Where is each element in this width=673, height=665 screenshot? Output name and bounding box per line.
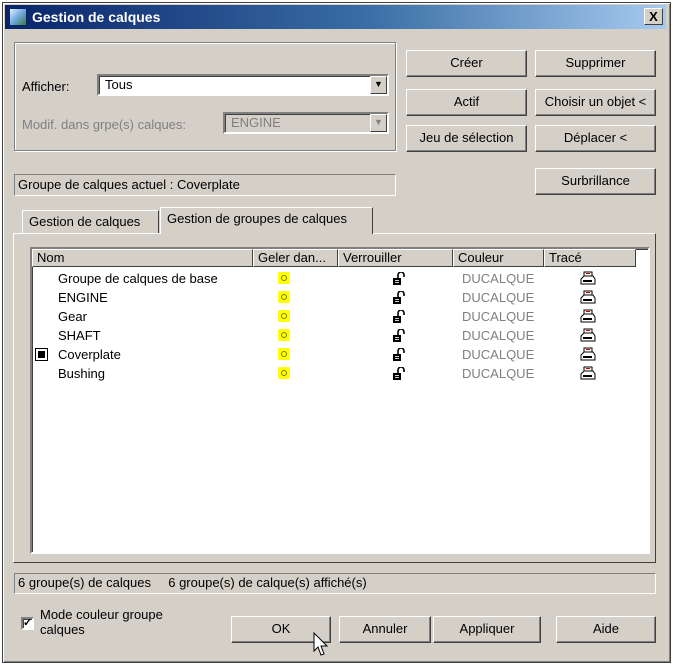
close-button[interactable]: X bbox=[644, 8, 663, 25]
sun-icon[interactable] bbox=[278, 367, 290, 379]
row-couleur[interactable]: DUCALQUE bbox=[462, 326, 534, 345]
creer-button[interactable]: Créer bbox=[406, 50, 527, 77]
groups-list[interactable]: Nom Geler dan... Verrouiller Couleur Tra… bbox=[30, 247, 650, 554]
column-nom[interactable]: Nom bbox=[32, 249, 253, 267]
unlocked-padlock-icon[interactable] bbox=[392, 290, 405, 304]
title-bar[interactable]: Gestion de calques X bbox=[5, 5, 666, 29]
sun-icon[interactable] bbox=[278, 310, 290, 322]
jeu-selection-button[interactable]: Jeu de sélection bbox=[406, 125, 527, 152]
supprimer-button[interactable]: Supprimer bbox=[535, 50, 656, 77]
column-couleur[interactable]: Couleur bbox=[453, 249, 544, 267]
row-name: Gear bbox=[58, 309, 87, 324]
afficher-label: Afficher: bbox=[22, 79, 70, 94]
table-row[interactable]: ENGINE DUCALQUE bbox=[32, 288, 648, 307]
row-name: SHAFT bbox=[58, 328, 101, 343]
tab-gestion-calques[interactable]: Gestion de calques bbox=[22, 210, 159, 234]
column-verrouiller[interactable]: Verrouiller bbox=[338, 249, 453, 267]
row-name: ENGINE bbox=[58, 290, 108, 305]
row-couleur[interactable]: DUCALQUE bbox=[462, 307, 534, 326]
status-bar: 6 groupe(s) de calques 6 groupe(s) de ca… bbox=[14, 573, 656, 594]
current-layer-marker-icon bbox=[35, 348, 48, 361]
tab-panel: Nom Geler dan... Verrouiller Couleur Tra… bbox=[13, 233, 656, 563]
chevron-down-icon[interactable]: ▼ bbox=[370, 76, 387, 94]
app-icon bbox=[9, 8, 27, 26]
filter-groupbox bbox=[14, 42, 396, 151]
afficher-value: Tous bbox=[105, 77, 133, 92]
row-couleur[interactable]: DUCALQUE bbox=[462, 269, 534, 288]
printer-icon[interactable] bbox=[580, 271, 596, 286]
sun-icon[interactable] bbox=[278, 348, 290, 360]
sun-icon[interactable] bbox=[278, 329, 290, 341]
unlocked-padlock-icon[interactable] bbox=[392, 347, 405, 361]
printer-icon[interactable] bbox=[580, 328, 596, 343]
tab-gestion-groupes[interactable]: Gestion de groupes de calques bbox=[160, 207, 373, 234]
modif-label: Modif. dans grpe(s) calques: bbox=[22, 117, 187, 132]
status-groups-count: 6 groupe(s) de calques bbox=[18, 575, 151, 590]
row-couleur[interactable]: DUCALQUE bbox=[462, 288, 534, 307]
mode-couleur-label: Mode couleur groupe calques bbox=[40, 607, 163, 637]
row-couleur[interactable]: DUCALQUE bbox=[462, 364, 534, 383]
printer-icon[interactable] bbox=[580, 290, 596, 305]
chevron-down-icon: ▼ bbox=[370, 114, 387, 132]
afficher-combo[interactable]: Tous ▼ bbox=[97, 74, 389, 96]
actif-button[interactable]: Actif bbox=[406, 89, 527, 116]
current-group-field: Groupe de calques actuel : Coverplate bbox=[14, 174, 396, 196]
table-row[interactable]: Bushing DUCALQUE bbox=[32, 364, 648, 383]
printer-icon[interactable] bbox=[580, 309, 596, 324]
table-row[interactable]: Gear DUCALQUE bbox=[32, 307, 648, 326]
annuler-button[interactable]: Annuler bbox=[339, 616, 431, 643]
mouse-cursor-icon bbox=[313, 632, 329, 656]
unlocked-padlock-icon[interactable] bbox=[392, 366, 405, 380]
deplacer-button[interactable]: Déplacer < bbox=[535, 125, 656, 152]
unlocked-padlock-icon[interactable] bbox=[392, 271, 405, 285]
list-header: Nom Geler dan... Verrouiller Couleur Tra… bbox=[32, 249, 648, 267]
modif-value: ENGINE bbox=[231, 115, 281, 130]
table-row[interactable]: Groupe de calques de base DUCALQUE bbox=[32, 269, 648, 288]
table-row[interactable]: SHAFT DUCALQUE bbox=[32, 326, 648, 345]
modif-combo: ENGINE ▼ bbox=[223, 112, 389, 134]
sun-icon[interactable] bbox=[278, 291, 290, 303]
appliquer-button[interactable]: Appliquer bbox=[433, 616, 541, 643]
mode-couleur-checkbox[interactable]: ✓ bbox=[21, 617, 34, 630]
unlocked-padlock-icon[interactable] bbox=[392, 328, 405, 342]
row-name: Bushing bbox=[58, 366, 105, 381]
row-couleur[interactable]: DUCALQUE bbox=[462, 345, 534, 364]
sun-icon[interactable] bbox=[278, 272, 290, 284]
choisir-objet-button[interactable]: Choisir un objet < bbox=[535, 89, 656, 116]
printer-icon[interactable] bbox=[580, 347, 596, 362]
column-geler[interactable]: Geler dan... bbox=[253, 249, 338, 267]
unlocked-padlock-icon[interactable] bbox=[392, 309, 405, 323]
column-trace[interactable]: Tracé bbox=[544, 249, 636, 267]
surbrillance-button[interactable]: Surbrillance bbox=[535, 168, 656, 195]
table-row[interactable]: Coverplate DUCALQUE bbox=[32, 345, 648, 364]
window-title: Gestion de calques bbox=[32, 9, 161, 25]
aide-button[interactable]: Aide bbox=[556, 616, 656, 643]
row-name: Groupe de calques de base bbox=[58, 271, 218, 286]
row-name: Coverplate bbox=[58, 347, 121, 362]
printer-icon[interactable] bbox=[580, 366, 596, 381]
status-groups-shown: 6 groupe(s) de calque(s) affiché(s) bbox=[168, 575, 367, 590]
